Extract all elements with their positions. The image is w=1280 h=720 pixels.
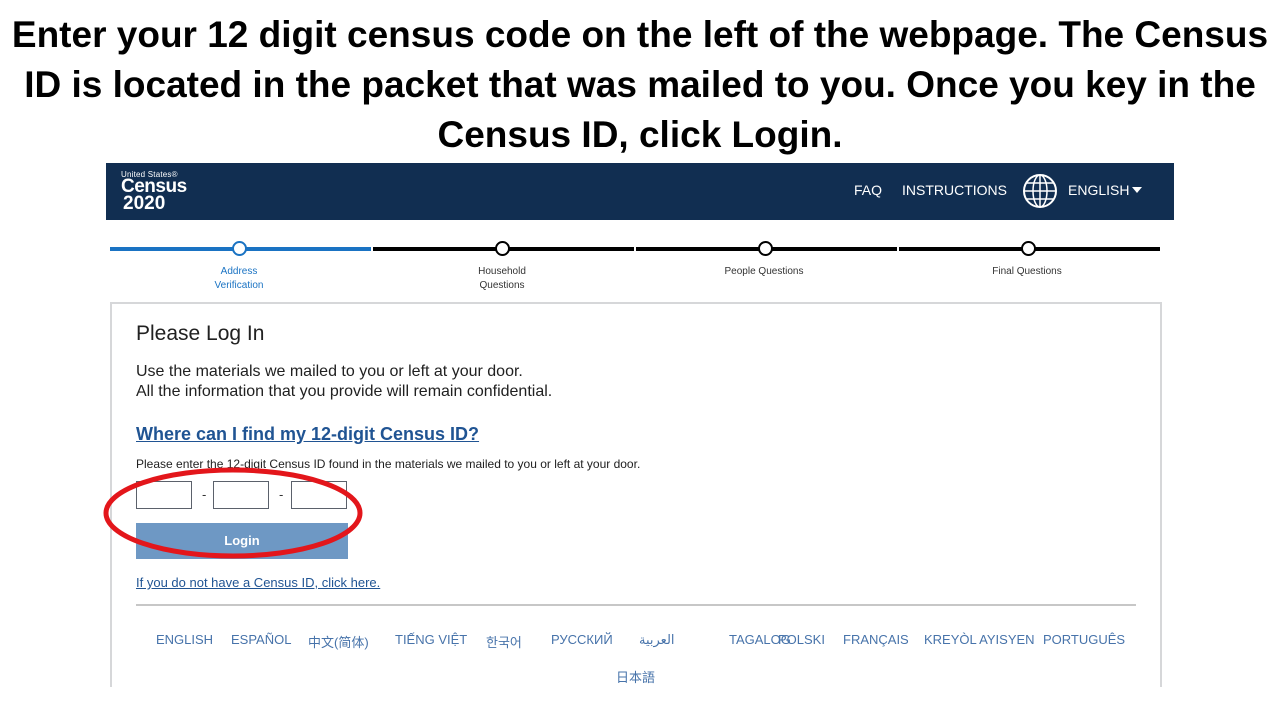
login-panel: Please Log In Use the materials we maile… xyxy=(110,302,1162,687)
instruction-line-2: ID is located in the packet that was mai… xyxy=(24,64,1256,105)
census-2020-logo[interactable]: United States® Census 2020 xyxy=(121,170,187,213)
divider xyxy=(136,604,1136,606)
language-link-arabic[interactable]: العربية xyxy=(639,632,675,648)
step-label-final: Final Questions xyxy=(957,265,1097,279)
step-node-household xyxy=(495,241,510,256)
instruction-line-1: Enter your 12 digit census code on the l… xyxy=(11,14,1269,55)
step-node-address xyxy=(232,241,247,256)
step-label-line: Questions xyxy=(479,280,525,291)
language-link-japanese[interactable]: 日本語 xyxy=(616,667,655,686)
census-id-instruction: Please enter the 12-digit Census ID foun… xyxy=(136,457,641,471)
language-link-english[interactable]: ENGLISH xyxy=(156,632,213,647)
census-id-field-3[interactable] xyxy=(291,481,347,509)
faq-link[interactable]: FAQ xyxy=(854,181,882,199)
step-label-line: Household xyxy=(478,266,526,277)
step-label-line: Final Questions xyxy=(992,266,1062,277)
step-node-people xyxy=(758,241,773,256)
instruction-line-3: Census ID, click Login. xyxy=(437,114,843,155)
login-button[interactable]: Login xyxy=(136,523,348,559)
caret-down-icon xyxy=(1132,187,1143,193)
language-dropdown[interactable]: ENGLISH xyxy=(1068,182,1143,198)
login-description-line: Use the materials we mailed to you or le… xyxy=(136,363,523,380)
step-label-people: People Questions xyxy=(694,265,834,279)
progress-tracker: Address Verification Household Questions… xyxy=(110,239,1160,299)
instructions-link[interactable]: INSTRUCTIONS xyxy=(902,181,1007,199)
language-link-russian[interactable]: РУССКИЙ xyxy=(551,632,613,647)
language-link-portugues[interactable]: PORTUGUÊS xyxy=(1043,632,1125,647)
step-label-household: Household Questions xyxy=(432,265,572,293)
language-link-francais[interactable]: FRANÇAIS xyxy=(843,632,909,647)
step-node-final xyxy=(1021,241,1036,256)
login-description-line: All the information that you provide wil… xyxy=(136,383,553,400)
language-link-espanol[interactable]: ESPAÑOL xyxy=(231,632,291,647)
language-link-vietnamese[interactable]: TIẾNG VIỆT xyxy=(395,632,467,647)
id-separator: - xyxy=(202,487,207,502)
login-title: Please Log In xyxy=(136,322,265,345)
no-census-id-link[interactable]: If you do not have a Census ID, click he… xyxy=(136,575,380,590)
step-label-line: Verification xyxy=(214,280,264,291)
step-label-address: Address Verification xyxy=(169,265,309,293)
logo-year-text: 2020 xyxy=(123,193,166,214)
census-login-screenshot: United States® Census 2020 FAQ INSTRUCTI… xyxy=(106,163,1174,687)
language-link-polski[interactable]: POLSKI xyxy=(778,632,825,647)
login-description: Use the materials we mailed to you or le… xyxy=(136,362,552,402)
language-link-kreyol[interactable]: KREYÒL AYISYEN xyxy=(924,632,1035,647)
site-header: United States® Census 2020 FAQ INSTRUCTI… xyxy=(106,163,1174,220)
language-dropdown-label: ENGLISH xyxy=(1068,182,1130,198)
slide-instruction: Enter your 12 digit census code on the l… xyxy=(0,10,1280,160)
language-link-chinese[interactable]: 中文(简体) xyxy=(308,632,369,651)
census-id-field-2[interactable] xyxy=(213,481,269,509)
globe-icon[interactable] xyxy=(1022,173,1058,209)
census-id-field-1[interactable] xyxy=(136,481,192,509)
step-label-line: Address xyxy=(220,266,258,277)
id-separator: - xyxy=(279,487,284,502)
step-label-line: People Questions xyxy=(724,266,804,277)
census-id-help-link[interactable]: Where can I find my 12-digit Census ID? xyxy=(136,424,479,445)
language-link-korean[interactable]: 한국어 xyxy=(486,632,522,651)
